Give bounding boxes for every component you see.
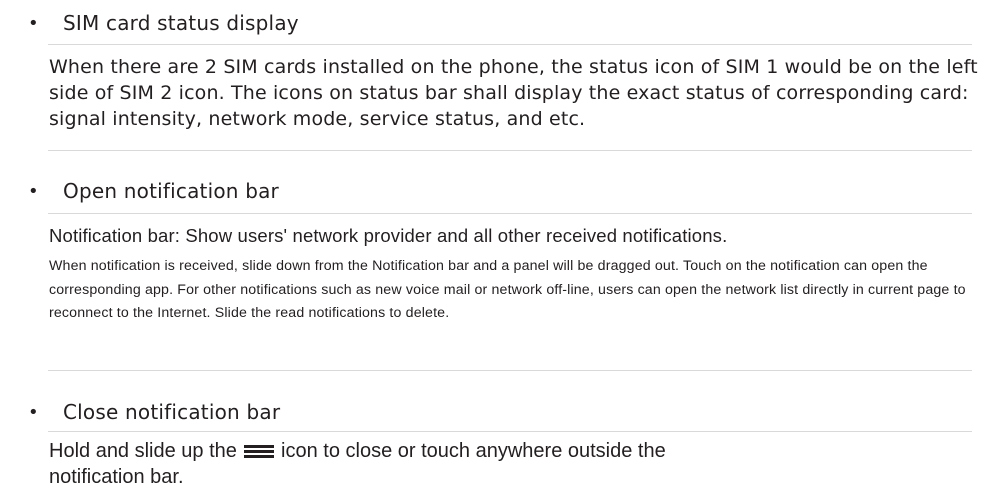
paragraph-text: notification bar.: [49, 466, 184, 488]
bullet: •: [28, 13, 39, 34]
section-paragraph: When notification is received, slide dow…: [49, 258, 966, 321]
section-heading: Open notification bar: [63, 179, 279, 203]
divider: [48, 150, 972, 151]
bullet: •: [28, 181, 39, 202]
section-paragraph: Notification bar: Show users' network pr…: [49, 225, 728, 246]
menu-icon: [244, 445, 275, 458]
divider: [48, 370, 972, 371]
section-heading: SIM card status display: [63, 11, 299, 35]
section-heading: Close notification bar: [63, 400, 281, 424]
divider: [48, 44, 972, 45]
section-paragraph: When there are 2 SIM cards installed on …: [49, 56, 978, 130]
divider: [48, 431, 972, 432]
divider: [48, 213, 972, 214]
paragraph-text: icon to close or touch anywhere outside …: [281, 440, 666, 462]
paragraph-text: Hold and slide up the: [49, 440, 237, 462]
bullet: •: [28, 402, 39, 423]
